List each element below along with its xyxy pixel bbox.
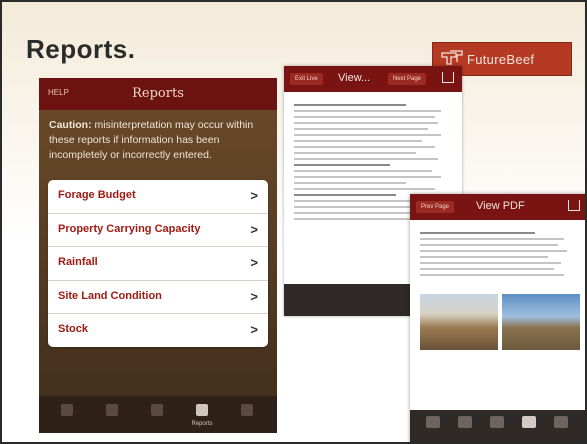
report-item-label: Site Land Condition <box>58 289 162 302</box>
more-icon[interactable] <box>554 416 568 428</box>
slide: Reports. FutureBeef HELP Reports Caution… <box>0 0 587 444</box>
caution-label: Caution: <box>49 119 92 131</box>
pdf-top-bar: Prev Page View PDF <box>410 194 585 220</box>
phone-title: Reports <box>132 86 184 101</box>
chevron-right-icon: > <box>250 221 258 237</box>
report-item-rainfall[interactable]: Rainfall > <box>48 247 268 281</box>
prev-page-button[interactable]: Prev Page <box>416 201 455 213</box>
tools-icon[interactable] <box>102 402 122 420</box>
tab-reports-label: Reports <box>191 421 213 427</box>
chevron-right-icon: > <box>250 188 258 203</box>
view-pdf-screen: Prev Page View PDF <box>410 194 585 442</box>
phone-top-bar: HELP Reports <box>39 78 277 110</box>
logo-mark-icon <box>441 50 463 65</box>
phone-reports-screen: HELP Reports Caution: misinterpretation … <box>39 78 277 433</box>
report-item-label: Rainfall <box>58 256 98 269</box>
site-photo-right <box>502 294 580 350</box>
share-icon[interactable] <box>568 200 580 211</box>
reports-list: Forage Budget > Property Carrying Capaci… <box>48 180 268 347</box>
slide-title: Reports. <box>26 34 136 64</box>
report-item-label: Stock <box>58 323 88 336</box>
report-item-site-land-condition[interactable]: Site Land Condition > <box>48 281 268 315</box>
report-item-label: Property Carrying Capacity <box>58 222 201 235</box>
view-top-bar: Exit Live View... Next Page <box>284 66 462 92</box>
more-icon[interactable] <box>237 402 257 420</box>
chevron-right-icon: > <box>250 322 258 338</box>
document-icon[interactable] <box>147 402 167 420</box>
next-page-button[interactable]: Next Page <box>388 73 427 85</box>
document-icon[interactable] <box>490 416 504 428</box>
pdf-title: View PDF <box>476 200 525 212</box>
share-icon[interactable] <box>442 72 454 83</box>
exit-button[interactable]: Exit Live <box>290 73 323 85</box>
report-item-property-carrying-capacity[interactable]: Property Carrying Capacity > <box>48 214 268 248</box>
home-icon[interactable] <box>57 402 77 420</box>
reports-icon[interactable] <box>522 416 536 428</box>
site-photo-left <box>420 294 498 350</box>
logo-text: FutureBeef <box>467 52 535 67</box>
home-icon[interactable] <box>426 416 440 428</box>
chevron-right-icon: > <box>250 255 258 271</box>
reports-icon <box>196 404 208 416</box>
chevron-right-icon: > <box>250 288 258 304</box>
pdf-document-preview <box>420 228 580 280</box>
phone-tab-bar: Reports <box>39 396 277 433</box>
tab-reports[interactable]: Reports <box>191 402 213 427</box>
report-item-stock[interactable]: Stock > <box>48 314 268 347</box>
pdf-tab-bar <box>410 410 585 442</box>
view-title: View... <box>338 72 371 84</box>
tools-icon[interactable] <box>458 416 472 428</box>
report-item-forage-budget[interactable]: Forage Budget > <box>48 180 268 214</box>
report-item-label: Forage Budget <box>58 189 136 201</box>
caution-message: Caution: misinterpretation may occur wit… <box>49 118 269 163</box>
